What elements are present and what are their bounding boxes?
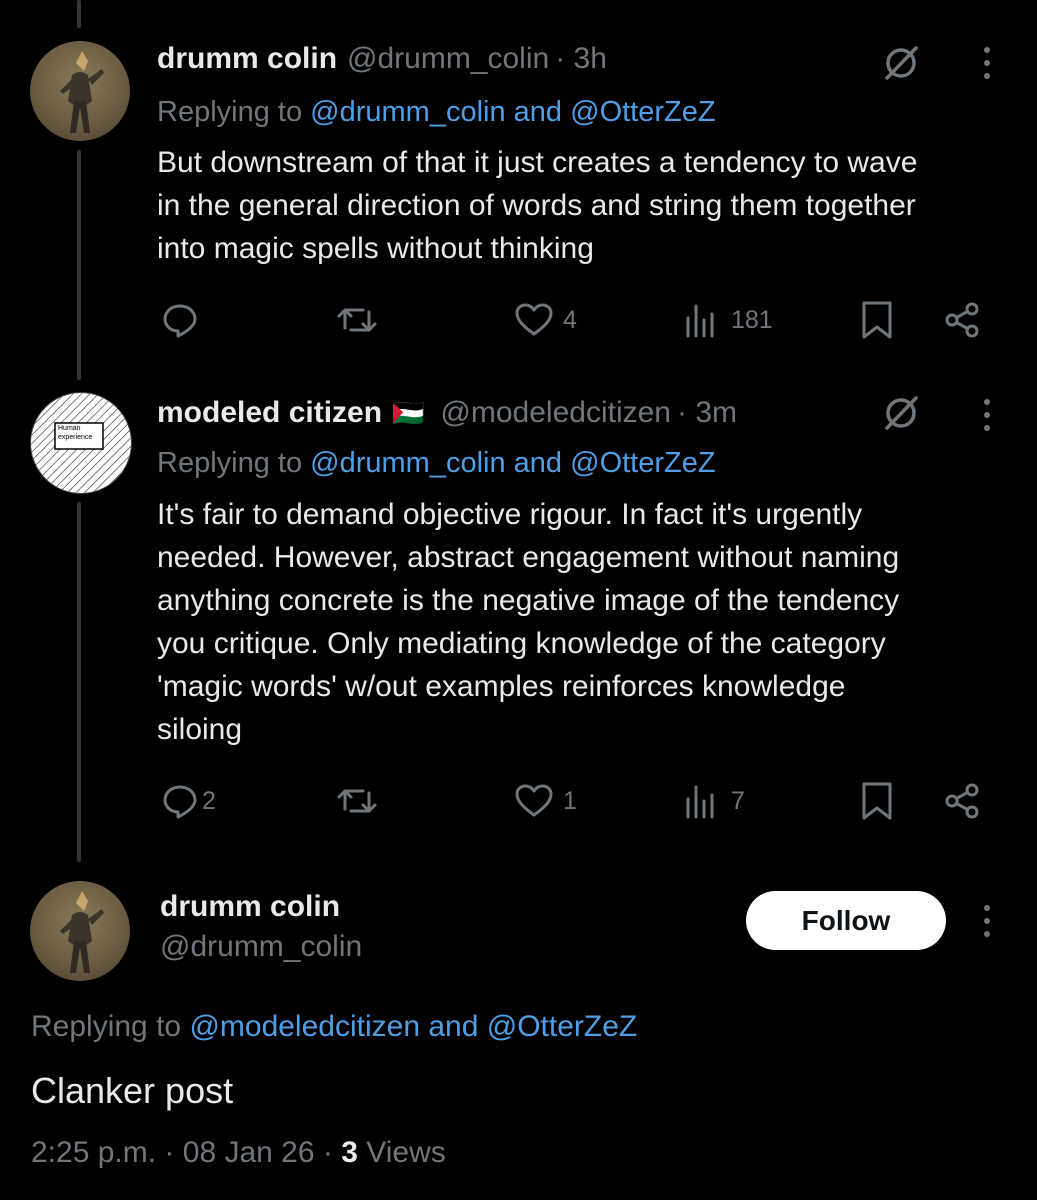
avatar-text: Human experience (58, 425, 93, 441)
and-link[interactable]: and (514, 96, 562, 128)
retweet-button[interactable] (335, 781, 379, 821)
view-count: 7 (731, 786, 745, 815)
share-icon[interactable] (940, 298, 984, 342)
and-link[interactable]: and (514, 447, 562, 479)
avatar[interactable] (30, 41, 130, 141)
post-time[interactable]: · 3h (555, 42, 607, 76)
retweet-icon (337, 308, 377, 332)
post-meta: 2:25 p.m. · 08 Jan 26 · 3 Views (31, 1136, 446, 1170)
post-time[interactable]: 2:25 p.m. (31, 1136, 156, 1169)
text-line: needed. However, abstract engagement wit… (157, 541, 900, 574)
user-handle[interactable]: @drumm_colin (347, 42, 549, 76)
like-button[interactable]: 4 (513, 300, 577, 340)
avatar[interactable]: Human experience (30, 392, 132, 494)
text-line: It's fair to demand objective rigour. In… (157, 498, 863, 531)
reply-count: 2 (202, 786, 216, 815)
thread-line-1 (77, 150, 81, 380)
more-icon[interactable] (975, 399, 999, 431)
text-line: in the general direction of words and st… (157, 189, 916, 222)
more-icon[interactable] (975, 47, 999, 79)
follow-button[interactable]: Follow (746, 891, 946, 950)
user-handle[interactable]: @modeledcitizen (440, 396, 671, 430)
separator: · (322, 1136, 333, 1169)
text-line: you critique. Only mediating knowledge o… (157, 627, 886, 660)
replying-to: Replying to @drumm_colin and @OtterZeZ (157, 96, 716, 129)
text-line: anything concrete is the negative image … (157, 584, 900, 617)
avatar[interactable] (30, 881, 130, 981)
mention-link[interactable]: @OtterZeZ (570, 447, 715, 479)
reply-icon (163, 304, 197, 338)
mention-link[interactable]: @OtterZeZ (487, 1010, 637, 1043)
thread-line-top (77, 0, 81, 28)
display-name[interactable]: drumm colin (160, 890, 340, 924)
replying-prefix: Replying to (157, 447, 303, 479)
mention-link[interactable]: @drumm_colin (310, 96, 505, 128)
post-time[interactable]: · 3m (677, 396, 737, 430)
statue-avatar-image (60, 891, 104, 973)
more-icon[interactable] (975, 905, 999, 937)
post-header: drumm colin @drumm_colin · 3h (157, 42, 607, 76)
replying-prefix: Replying to (157, 96, 303, 128)
statue-avatar-image (60, 51, 104, 133)
mention-link[interactable]: @OtterZeZ (570, 96, 715, 128)
thread-line-2 (77, 502, 81, 862)
user-handle[interactable]: @drumm_colin (160, 930, 362, 964)
reply-button[interactable]: 2 (160, 781, 216, 821)
views-button[interactable]: 181 (683, 300, 773, 340)
post-text: But downstream of that it just creates a… (157, 141, 917, 270)
post-date[interactable]: 08 Jan 26 (183, 1136, 315, 1169)
post-header: modeled citizen 🇵🇸 @modeledcitizen · 3m (157, 396, 737, 430)
retweet-icon (337, 789, 377, 813)
grok-icon[interactable] (878, 390, 924, 436)
views-icon (686, 785, 714, 819)
flag-emoji: 🇵🇸 (392, 398, 425, 428)
post-text: It's fair to demand objective rigour. In… (157, 493, 899, 751)
replying-prefix: Replying to (31, 1010, 182, 1043)
views-button[interactable]: 7 (683, 781, 745, 821)
text-line: But downstream of that it just creates a… (157, 146, 918, 179)
like-button[interactable]: 1 (513, 781, 577, 821)
retweet-button[interactable] (335, 300, 379, 340)
like-count: 1 (563, 786, 577, 815)
replying-to: Replying to @drumm_colin and @OtterZeZ (157, 447, 716, 480)
like-count: 4 (563, 305, 577, 334)
reply-icon (163, 785, 197, 819)
like-icon (515, 784, 553, 817)
replying-to: Replying to @modeledcitizen and @OtterZe… (31, 1010, 637, 1044)
hatched-avatar-image (31, 393, 131, 493)
share-icon[interactable] (940, 779, 984, 823)
text-line: into magic spells without thinking (157, 232, 594, 265)
like-icon (515, 303, 553, 336)
views-label[interactable]: Views (366, 1136, 445, 1169)
view-count: 181 (731, 305, 773, 334)
views-count[interactable]: 3 (341, 1136, 358, 1169)
views-icon (686, 304, 714, 338)
separator: · (164, 1136, 175, 1169)
post-text: Clanker post (31, 1070, 234, 1111)
text-line: siloing (157, 713, 243, 746)
display-name[interactable]: modeled citizen (157, 396, 382, 430)
and-link[interactable]: and (428, 1010, 478, 1043)
bookmark-icon[interactable] (857, 779, 897, 823)
text-line: 'magic words' w/out examples reinforces … (157, 670, 846, 703)
mention-link[interactable]: @modeledcitizen (189, 1010, 420, 1043)
reply-button[interactable] (160, 300, 208, 340)
grok-icon[interactable] (878, 40, 924, 86)
bookmark-icon[interactable] (857, 298, 897, 342)
mention-link[interactable]: @drumm_colin (310, 447, 505, 479)
display-name[interactable]: drumm colin (157, 42, 337, 76)
